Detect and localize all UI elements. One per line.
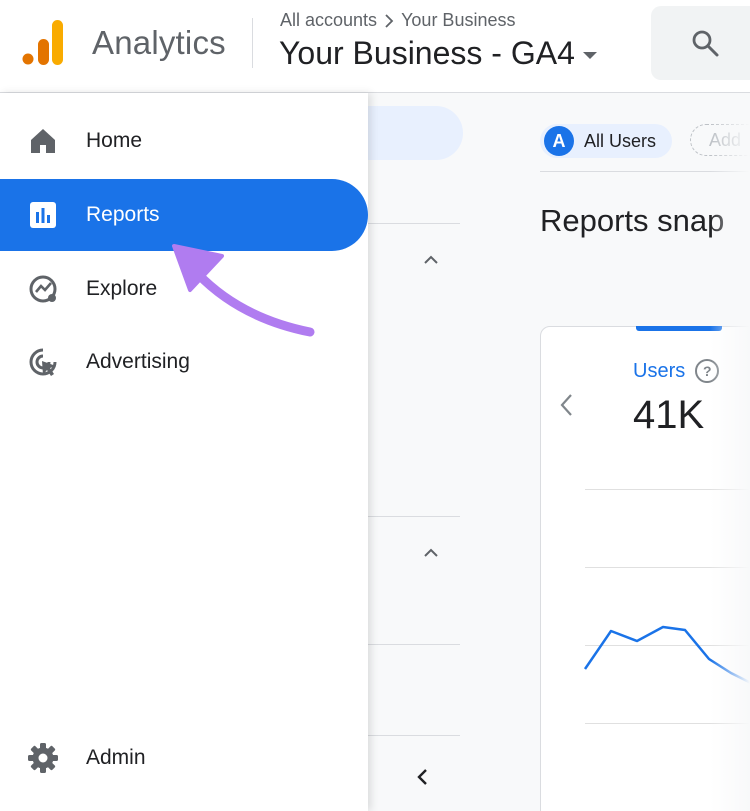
- gear-icon: [26, 741, 60, 775]
- page-title: Reports snap: [540, 203, 725, 238]
- nav-label: Reports: [86, 203, 160, 226]
- home-icon: [26, 124, 60, 158]
- divider: [252, 18, 253, 68]
- divider: [368, 223, 460, 224]
- chevron-left-icon[interactable]: [557, 392, 577, 418]
- explore-icon: [26, 272, 60, 306]
- nav-item-advertising[interactable]: Advertising: [0, 326, 368, 398]
- nav-item-home[interactable]: Home: [0, 105, 368, 177]
- nav-label: Admin: [86, 746, 146, 769]
- breadcrumb: All accounts Your Business: [280, 10, 515, 31]
- chevron-left-icon[interactable]: [413, 767, 433, 787]
- fade-overlay: [710, 93, 750, 811]
- advertising-icon: [26, 345, 60, 379]
- chevron-right-icon: [385, 13, 394, 28]
- divider: [368, 516, 460, 517]
- secondary-nav-selected[interactable]: [368, 106, 463, 160]
- chevron-up-icon[interactable]: [421, 250, 441, 270]
- nav-label: Advertising: [86, 350, 190, 373]
- analytics-logo[interactable]: [22, 20, 64, 66]
- nav-label: Explore: [86, 277, 158, 300]
- comparison-badge: A: [544, 126, 574, 156]
- top-bar: Analytics All accounts Your Business You…: [0, 0, 750, 93]
- divider: [368, 735, 460, 736]
- left-nav: Home Reports Explore Advertising Admin: [0, 93, 368, 811]
- nav-item-admin[interactable]: Admin: [0, 722, 368, 794]
- nav-item-explore[interactable]: Explore: [0, 253, 368, 325]
- chevron-up-icon[interactable]: [421, 543, 441, 563]
- nav-item-reports[interactable]: Reports: [0, 179, 368, 251]
- caret-down-icon: [582, 52, 597, 59]
- breadcrumb-item-all-accounts[interactable]: All accounts: [280, 10, 377, 31]
- divider: [368, 644, 460, 645]
- metric-label: Users: [633, 359, 686, 382]
- property-title: Your Business - GA4: [279, 35, 575, 71]
- breadcrumb-item-account[interactable]: Your Business: [401, 10, 515, 31]
- property-selector[interactable]: Your Business - GA4: [279, 35, 597, 72]
- nav-label: Home: [86, 129, 143, 152]
- metric-tab-users[interactable]: Users ?: [633, 359, 720, 383]
- search-icon[interactable]: [690, 28, 720, 58]
- bar-chart-icon: [26, 198, 60, 232]
- app-name: Analytics: [92, 24, 226, 61]
- chip-label: All Users: [584, 130, 657, 151]
- metric-value: 41K: [633, 393, 705, 437]
- all-users-chip[interactable]: A All Users: [540, 124, 673, 158]
- main-content: A All Users Add Reports snap Users ? 41K: [368, 93, 750, 811]
